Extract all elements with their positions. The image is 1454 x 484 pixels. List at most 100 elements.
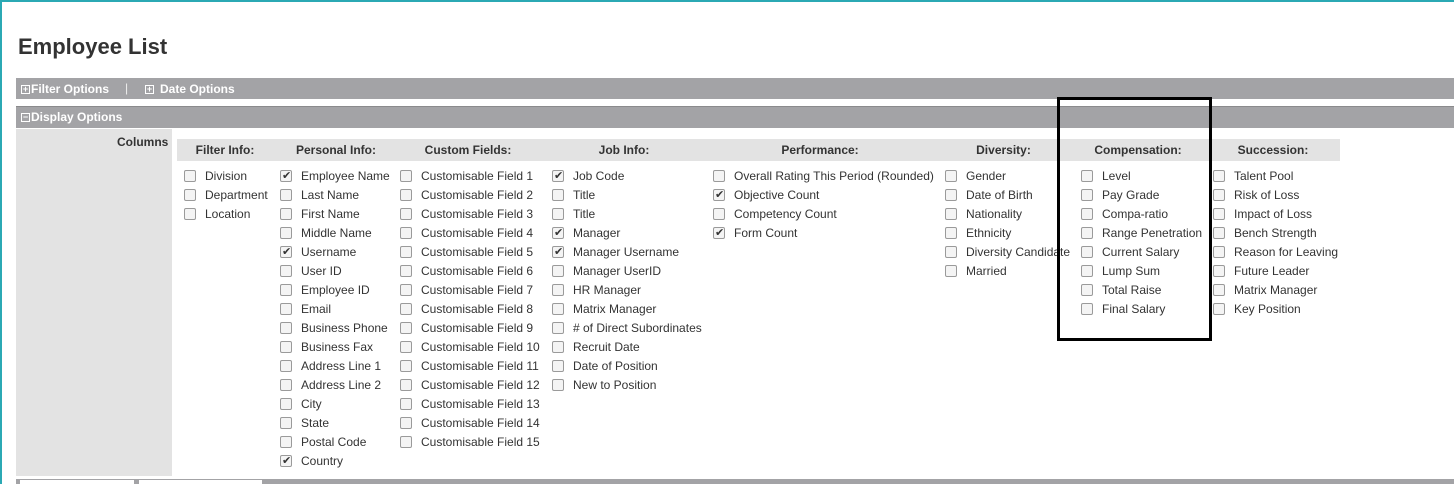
checkbox[interactable] — [280, 378, 292, 391]
column-option[interactable]: Address Line 2 — [280, 375, 390, 394]
column-option[interactable]: Customisable Field 14 — [400, 413, 540, 432]
checkbox[interactable] — [400, 169, 412, 182]
checkbox[interactable] — [400, 397, 412, 410]
column-option[interactable]: Gender — [945, 166, 1070, 185]
column-option[interactable]: Matrix Manager — [552, 299, 702, 318]
checkbox-checked[interactable] — [713, 188, 725, 201]
column-option[interactable]: User ID — [280, 261, 390, 280]
checkbox[interactable] — [1213, 302, 1225, 315]
checkbox[interactable] — [945, 264, 957, 277]
checkbox[interactable] — [400, 302, 412, 315]
column-option[interactable]: Employee Name — [280, 166, 390, 185]
column-option[interactable]: Customisable Field 2 — [400, 185, 540, 204]
column-option[interactable]: Impact of Loss — [1213, 204, 1338, 223]
checkbox[interactable] — [552, 321, 564, 334]
column-option[interactable]: Future Leader — [1213, 261, 1338, 280]
checkbox[interactable] — [400, 378, 412, 391]
column-option[interactable]: Competency Count — [713, 204, 934, 223]
checkbox[interactable] — [280, 264, 292, 277]
column-option[interactable]: Date of Position — [552, 356, 702, 375]
checkbox-checked[interactable] — [552, 226, 564, 239]
column-option[interactable]: Job Code — [552, 166, 702, 185]
checkbox[interactable] — [552, 359, 564, 372]
column-option[interactable]: City — [280, 394, 390, 413]
checkbox[interactable] — [280, 283, 292, 296]
checkbox[interactable] — [1213, 245, 1225, 258]
column-option[interactable]: Customisable Field 13 — [400, 394, 540, 413]
checkbox[interactable] — [280, 302, 292, 315]
column-option[interactable]: Overall Rating This Period (Rounded) — [713, 166, 934, 185]
column-option[interactable]: Customisable Field 15 — [400, 432, 540, 451]
checkbox[interactable] — [945, 245, 957, 258]
checkbox[interactable] — [552, 188, 564, 201]
column-option[interactable]: Matrix Manager — [1213, 280, 1338, 299]
checkbox[interactable] — [1213, 188, 1225, 201]
checkbox-checked[interactable] — [713, 226, 725, 239]
column-option[interactable]: State — [280, 413, 390, 432]
column-option[interactable]: Customisable Field 11 — [400, 356, 540, 375]
checkbox[interactable] — [280, 321, 292, 334]
column-option[interactable]: Married — [945, 261, 1070, 280]
column-option[interactable]: Manager Username — [552, 242, 702, 261]
checkbox[interactable] — [280, 340, 292, 353]
column-option[interactable]: Manager — [552, 223, 702, 242]
checkbox[interactable] — [552, 207, 564, 220]
column-option[interactable]: Customisable Field 10 — [400, 337, 540, 356]
checkbox[interactable] — [400, 188, 412, 201]
column-option[interactable]: Objective Count — [713, 185, 934, 204]
checkbox[interactable] — [552, 264, 564, 277]
column-option[interactable]: New to Position — [552, 375, 702, 394]
column-option[interactable]: Address Line 1 — [280, 356, 390, 375]
checkbox[interactable] — [713, 169, 725, 182]
checkbox[interactable] — [184, 207, 196, 220]
bottom-tab[interactable] — [20, 480, 134, 484]
checkbox[interactable] — [280, 397, 292, 410]
checkbox[interactable] — [400, 321, 412, 334]
column-option[interactable]: # of Direct Subordinates — [552, 318, 702, 337]
column-option[interactable]: Employee ID — [280, 280, 390, 299]
column-option[interactable]: Business Phone — [280, 318, 390, 337]
checkbox[interactable] — [552, 378, 564, 391]
column-option[interactable]: Customisable Field 7 — [400, 280, 540, 299]
checkbox[interactable] — [552, 283, 564, 296]
column-option[interactable]: Customisable Field 8 — [400, 299, 540, 318]
column-option[interactable]: Middle Name — [280, 223, 390, 242]
checkbox[interactable] — [400, 207, 412, 220]
checkbox[interactable] — [400, 226, 412, 239]
column-option[interactable]: Customisable Field 4 — [400, 223, 540, 242]
checkbox[interactable] — [945, 207, 957, 220]
checkbox[interactable] — [1213, 264, 1225, 277]
checkbox[interactable] — [280, 416, 292, 429]
column-option[interactable]: Title — [552, 204, 702, 223]
column-option[interactable]: Customisable Field 5 — [400, 242, 540, 261]
checkbox[interactable] — [945, 169, 957, 182]
bottom-tab[interactable] — [139, 480, 262, 484]
column-option[interactable]: Title — [552, 185, 702, 204]
checkbox[interactable] — [400, 435, 412, 448]
column-option[interactable]: Manager UserID — [552, 261, 702, 280]
checkbox[interactable] — [1213, 226, 1225, 239]
column-option[interactable]: Customisable Field 6 — [400, 261, 540, 280]
column-option[interactable]: Form Count — [713, 223, 934, 242]
column-option[interactable]: Talent Pool — [1213, 166, 1338, 185]
checkbox-checked[interactable] — [552, 169, 564, 182]
checkbox[interactable] — [945, 188, 957, 201]
column-option[interactable]: Diversity Candidate — [945, 242, 1070, 261]
checkbox[interactable] — [1213, 169, 1225, 182]
column-option[interactable]: Customisable Field 3 — [400, 204, 540, 223]
checkbox[interactable] — [400, 416, 412, 429]
column-option[interactable]: Country — [280, 451, 390, 470]
checkbox[interactable] — [400, 340, 412, 353]
checkbox-checked[interactable] — [552, 245, 564, 258]
checkbox-checked[interactable] — [280, 169, 292, 182]
column-option[interactable]: Email — [280, 299, 390, 318]
filter-options-toggle[interactable]: + Filter Options — [21, 82, 109, 96]
checkbox[interactable] — [552, 340, 564, 353]
checkbox[interactable] — [400, 264, 412, 277]
column-option[interactable]: Postal Code — [280, 432, 390, 451]
column-option[interactable]: Customisable Field 9 — [400, 318, 540, 337]
column-option[interactable]: Business Fax — [280, 337, 390, 356]
column-option[interactable]: Department — [184, 185, 268, 204]
column-option[interactable]: Ethnicity — [945, 223, 1070, 242]
column-option[interactable]: Nationality — [945, 204, 1070, 223]
